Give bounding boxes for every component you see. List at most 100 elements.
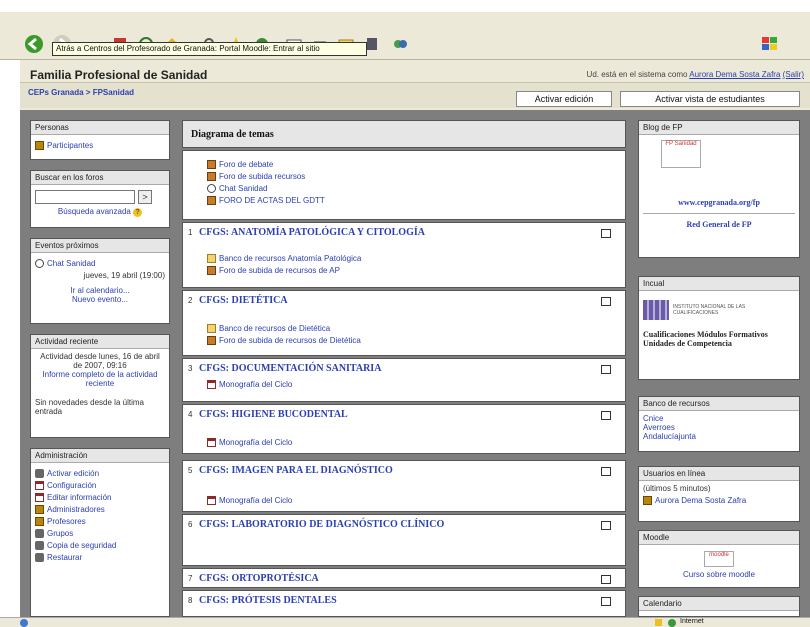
chat-sanidad-link[interactable]: Chat Sanidad [47,259,95,268]
search-input[interactable] [35,190,135,204]
activity-link[interactable]: Foro de subida de recursos de Dietética [219,336,361,345]
informe-completo-link[interactable]: Informe completo de la actividad recient… [35,370,165,388]
activar-vista-estudiantes-button[interactable]: Activar vista de estudiantes [620,91,800,107]
section-0: Foro de debate Foro de subida recursos C… [182,150,626,220]
activity-link[interactable]: Foro de debate [219,160,273,169]
activity-link[interactable]: Monografía del Ciclo [219,380,292,389]
section-number: 4 [188,410,193,419]
section-1: 1 CFGS: ANATOMÍA PATOLÓGICA Y CITOLOGÍA … [182,222,626,288]
main-content: Personas Participantes Buscar en los for… [20,110,810,617]
logout-link[interactable]: (Salir) [783,70,804,79]
section-toggle-checkbox[interactable] [601,297,611,306]
block-eventos: Eventos próximos Chat Sanidad jueves, 19… [30,238,170,324]
section-toggle-checkbox[interactable] [601,411,611,420]
block-title: Usuarios en línea [639,467,799,481]
back-button[interactable] [24,34,44,54]
admin-item[interactable]: Administradores [47,505,105,514]
section-number: 5 [188,466,193,475]
search-go-button[interactable]: > [138,190,152,204]
sin-novedades: Sin novedades desde la última entrada [35,398,144,416]
user-icon [643,496,652,505]
backup-icon [35,541,44,550]
block-personas: Personas Participantes [30,120,170,160]
section-7: 7 CFGS: ORTOPROTÉSICA [182,568,626,588]
red-general-link[interactable]: Red General de FP [643,213,795,229]
section-title: CFGS: LABORATORIO DE DIAGNÓSTICO CLÍNICO [199,519,445,530]
teachers-icon [35,517,44,526]
section-toggle-checkbox[interactable] [601,575,611,584]
activity-link[interactable]: Monografía del Ciclo [219,438,292,447]
discuss-button[interactable] [390,34,410,54]
admin-item[interactable]: Copia de seguridad [47,541,116,550]
user-link[interactable]: Aurora Dema Sosta Zafra [689,70,780,79]
banco-link[interactable]: Andalucíajunta [643,432,795,441]
activity-link[interactable]: Foro de subida de recursos de AP [219,266,340,275]
block-actividad: Actividad reciente Actividad desde lunes… [30,334,170,438]
help-icon[interactable]: ? [133,208,143,217]
site-title: Familia Profesional de Sanidad [30,68,208,82]
folder-icon [207,254,216,263]
settings-icon [35,481,44,490]
block-title: Moodle [639,531,799,545]
banco-link[interactable]: Cnice [643,414,795,423]
section-toggle-checkbox[interactable] [601,521,611,530]
banco-link[interactable]: Averroes [643,423,795,432]
section-toggle-checkbox[interactable] [601,229,611,238]
section-toggle-checkbox[interactable] [601,365,611,374]
participants-icon [35,141,44,150]
forum-icon [207,336,216,345]
breadcrumb[interactable]: CEPs Granada > FPSanidad [28,88,134,97]
online-user-link[interactable]: Aurora Dema Sosta Zafra [655,496,746,505]
activity-link[interactable]: Banco de recursos Anatomía Patológica [219,254,361,263]
admin-item[interactable]: Editar información [47,493,111,502]
block-administracion: Administración Activar edición Configura… [30,448,170,617]
blog-url-link[interactable]: www.cepgranada.org/fp [643,198,795,207]
admin-item[interactable]: Restaurar [47,553,82,562]
admin-item[interactable]: Activar edición [47,469,99,478]
section-title: CFGS: HIGIENE BUCODENTAL [199,409,348,420]
participantes-link[interactable]: Participantes [47,141,93,150]
block-buscar: Buscar en los foros > Búsqueda avanzada … [30,170,170,228]
activity-link[interactable]: FORO DE ACTAS DEL GDTT [219,196,325,205]
block-title: Calendario [639,597,799,611]
login-info: Ud. está en el sistema como Aurora Dema … [587,70,804,79]
section-number: 2 [188,296,193,305]
activity-link[interactable]: Chat Sanidad [219,184,267,193]
admin-item[interactable]: Profesores [47,517,86,526]
section-toggle-checkbox[interactable] [601,467,611,476]
incual-links[interactable]: Cualificaciones Módulos Formativos Unida… [643,330,795,348]
admin-item[interactable]: Grupos [47,529,73,538]
block-banco: Banco de recursos Cnice Averroes Andaluc… [638,396,800,452]
block-calendario: Calendario [638,596,800,617]
section-5: 5 CFGS: IMAGEN PARA EL DIAGNÓSTICO Monog… [182,460,626,512]
section-3: 3 CFGS: DOCUMENTACIÓN SANITARIA Monograf… [182,358,626,402]
busqueda-avanzada-link[interactable]: Búsqueda avanzada [58,207,131,216]
activity-link[interactable]: Banco de recursos de Dietética [219,324,330,333]
edit-icon [35,469,44,478]
block-title: Actividad reciente [31,335,169,349]
activity-link[interactable]: Monografía del Ciclo [219,496,292,505]
folder-icon [207,324,216,333]
curso-moodle-link[interactable]: Curso sobre moodle [643,570,795,579]
calendario-link[interactable]: Ir al calendario... [35,286,165,295]
discuss-icon [394,40,407,48]
section-title: CFGS: ORTOPROTÉSICA [199,573,319,584]
moodle-image[interactable]: moodle [704,551,734,567]
chat-icon [35,259,44,268]
block-moodle: Moodle moodle Curso sobre moodle [638,530,800,588]
activar-edicion-button[interactable]: Activar edición [516,91,612,107]
section-toggle-checkbox[interactable] [601,597,611,606]
blog-image[interactable]: FP Sanidad [661,140,701,168]
nuevo-evento-link[interactable]: Nuevo evento... [35,295,165,304]
block-title: Eventos próximos [31,239,169,253]
page-header: Familia Profesional de Sanidad Ud. está … [20,60,810,110]
section-number: 7 [188,574,193,583]
block-title: Banco de recursos [639,397,799,411]
admin-item[interactable]: Configuración [47,481,96,490]
top-margin [0,0,810,12]
status-zone: Internet [680,618,704,625]
section-number: 6 [188,520,193,529]
block-title: Personas [31,121,169,135]
activity-link[interactable]: Foro de subida recursos [219,172,305,181]
windows-logo-button[interactable] [760,34,780,54]
